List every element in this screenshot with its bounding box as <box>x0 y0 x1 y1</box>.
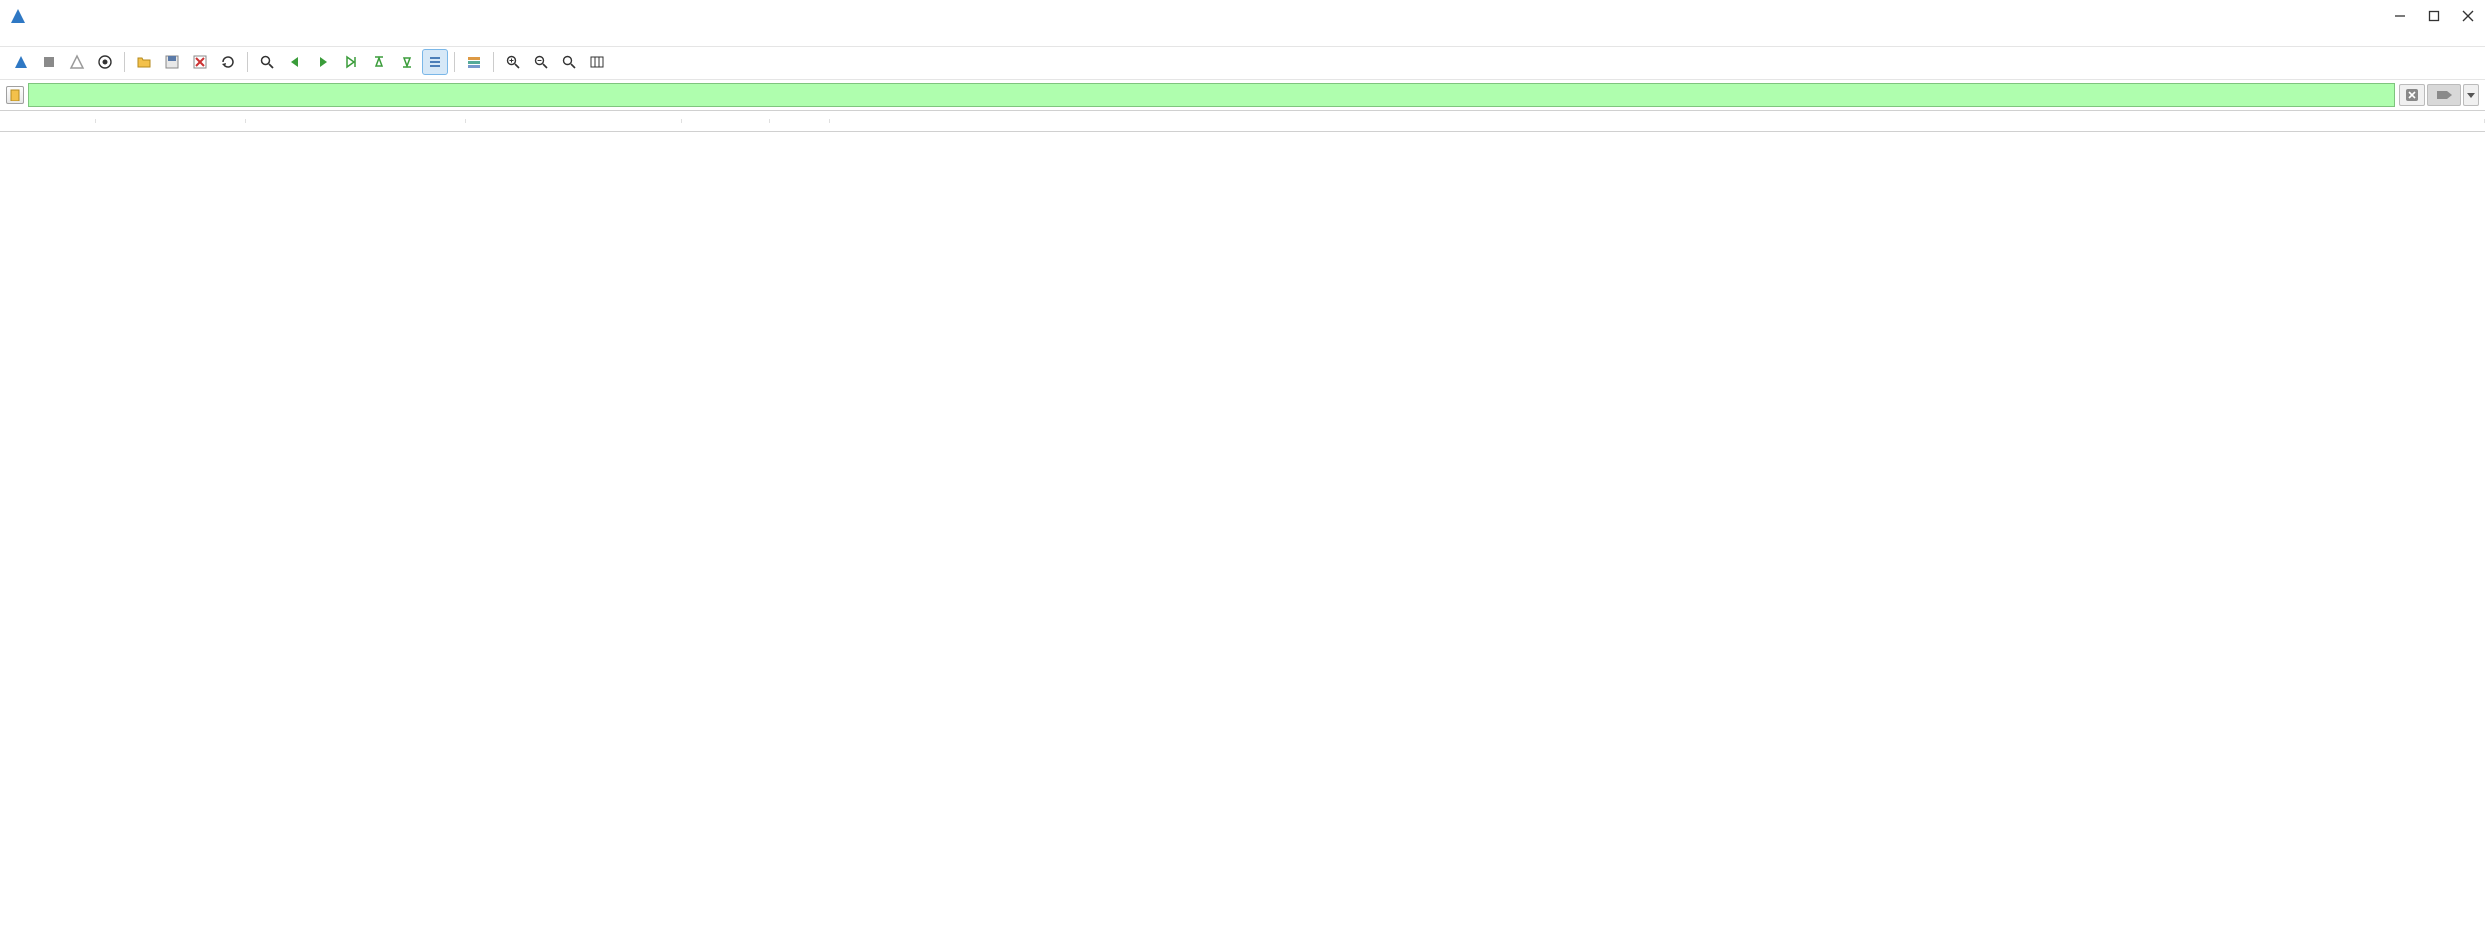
maximize-button[interactable] <box>2427 9 2441 23</box>
menu-tools[interactable] <box>212 36 224 40</box>
column-destination[interactable] <box>466 119 682 123</box>
filter-dropdown-button[interactable] <box>2463 84 2479 106</box>
go-to-packet-button[interactable] <box>338 49 364 75</box>
menu-analyze[interactable] <box>124 36 136 40</box>
filter-apply-button[interactable] <box>2427 84 2461 106</box>
menu-help[interactable] <box>234 36 246 40</box>
display-filter-input[interactable] <box>28 83 2395 107</box>
colorize-button[interactable] <box>461 49 487 75</box>
reload-button[interactable] <box>215 49 241 75</box>
filter-clear-button[interactable] <box>2399 84 2425 106</box>
close-button[interactable] <box>2461 9 2475 23</box>
stop-capture-button[interactable] <box>36 49 62 75</box>
menu-statistics[interactable] <box>146 36 158 40</box>
go-first-button[interactable] <box>366 49 392 75</box>
minimize-button[interactable] <box>2393 9 2407 23</box>
resize-columns-button[interactable] <box>584 49 610 75</box>
go-forward-button[interactable] <box>310 49 336 75</box>
menu-edit[interactable] <box>36 36 48 40</box>
menu-telephony[interactable] <box>168 36 180 40</box>
column-no[interactable] <box>0 119 96 123</box>
zoom-out-button[interactable] <box>528 49 554 75</box>
go-back-button[interactable] <box>282 49 308 75</box>
start-capture-button[interactable] <box>8 49 34 75</box>
open-file-button[interactable] <box>131 49 157 75</box>
column-source[interactable] <box>246 119 466 123</box>
app-icon <box>10 8 26 24</box>
packet-list-header <box>0 110 2485 132</box>
menu-go[interactable] <box>80 36 92 40</box>
capture-options-button[interactable] <box>92 49 118 75</box>
column-time[interactable] <box>96 119 246 123</box>
find-packet-button[interactable] <box>254 49 280 75</box>
close-file-button[interactable] <box>187 49 213 75</box>
titlebar-left <box>10 8 32 24</box>
window-controls <box>2393 9 2475 23</box>
column-info[interactable] <box>830 119 2485 123</box>
toolbar-separator <box>124 52 125 72</box>
filter-bookmark-button[interactable] <box>6 86 24 104</box>
go-last-button[interactable] <box>394 49 420 75</box>
titlebar <box>0 0 2485 32</box>
menubar <box>0 32 2485 46</box>
save-file-button[interactable] <box>159 49 185 75</box>
app-window <box>0 0 2485 132</box>
filter-bar <box>0 80 2485 110</box>
toolbar-separator <box>493 52 494 72</box>
auto-scroll-button[interactable] <box>422 49 448 75</box>
menu-wireless[interactable] <box>190 36 202 40</box>
filter-actions <box>2399 84 2479 106</box>
restart-capture-button[interactable] <box>64 49 90 75</box>
menu-capture[interactable] <box>102 36 114 40</box>
toolbar-separator <box>454 52 455 72</box>
menu-view[interactable] <box>58 36 70 40</box>
toolbar <box>0 46 2485 80</box>
zoom-in-button[interactable] <box>500 49 526 75</box>
zoom-reset-button[interactable] <box>556 49 582 75</box>
toolbar-separator <box>247 52 248 72</box>
column-length[interactable] <box>770 119 830 123</box>
column-protocol[interactable] <box>682 119 770 123</box>
menu-file[interactable] <box>14 36 26 40</box>
